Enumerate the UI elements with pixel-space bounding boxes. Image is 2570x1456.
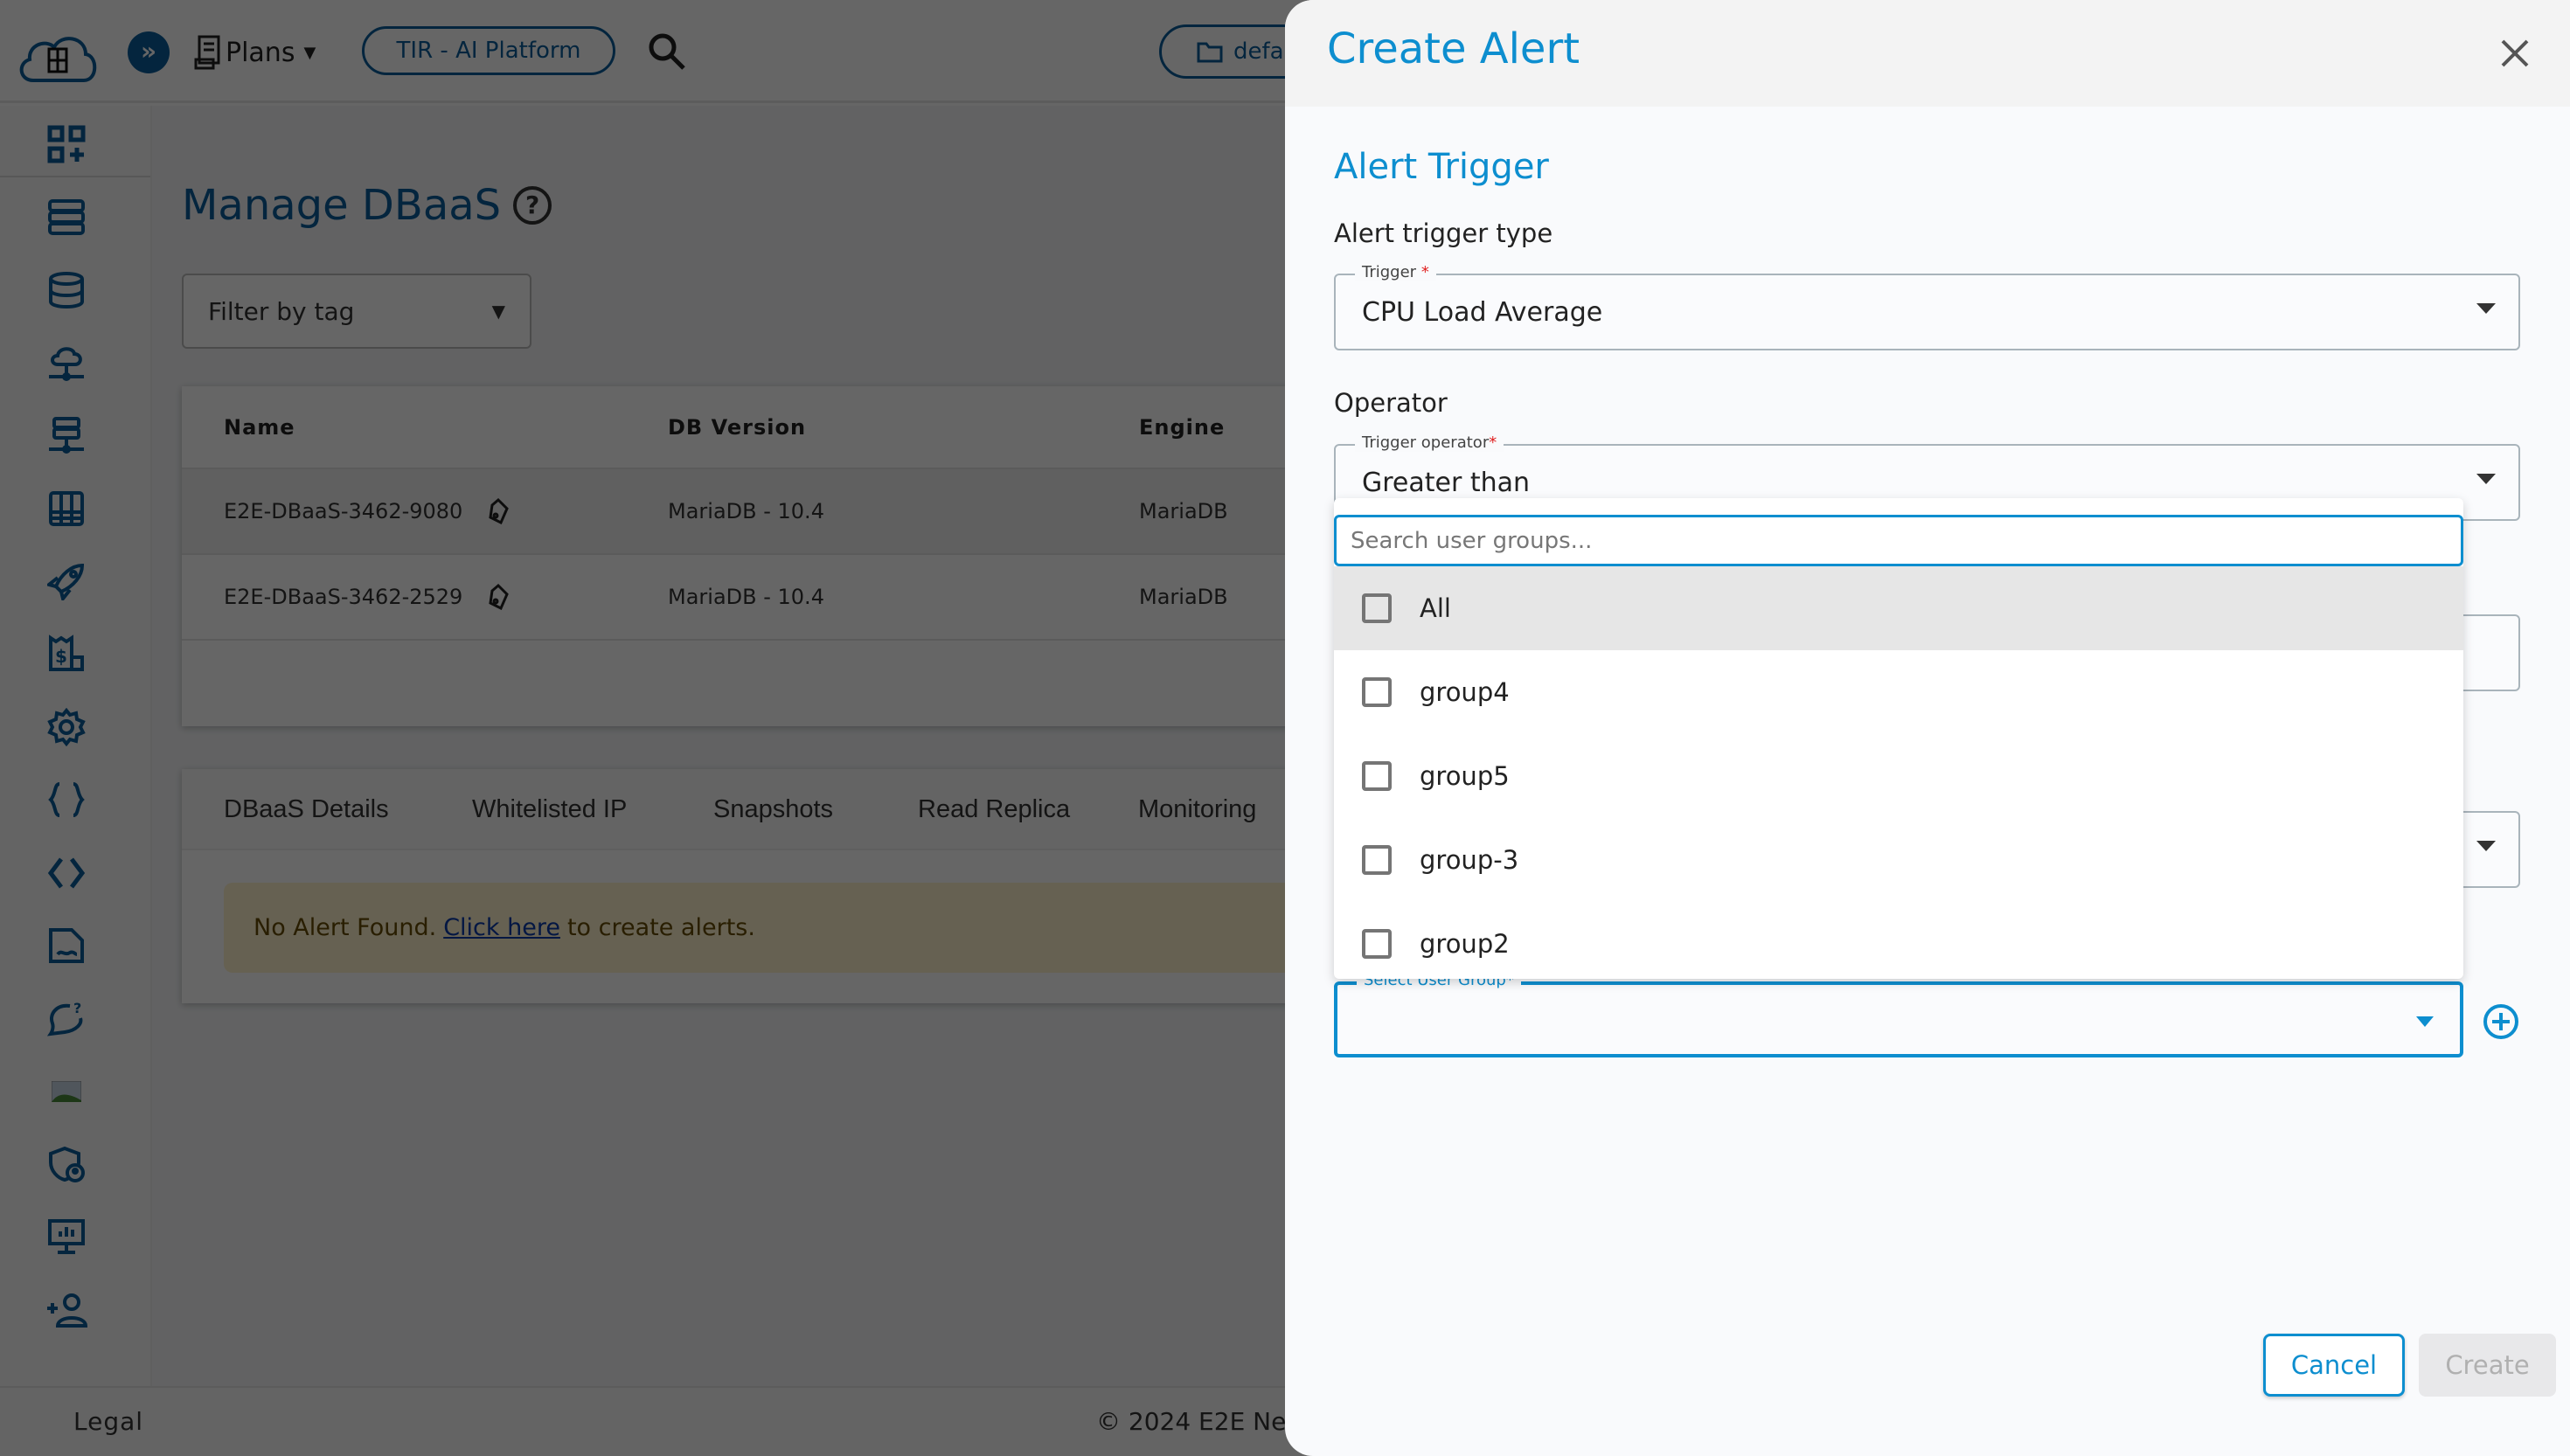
trigger-select[interactable]: Trigger * CPU Load Average [1334,263,2520,350]
option-label: group-3 [1420,845,1519,875]
checkbox[interactable] [1362,593,1392,623]
chevron-down-icon [2476,841,2496,851]
section-title: Alert Trigger [1334,147,1549,187]
option-label: All [1420,593,1451,623]
checkbox[interactable] [1362,929,1392,959]
close-button[interactable] [2493,31,2537,75]
close-icon [2501,39,2529,67]
dialog-header: Create Alert [1285,0,2570,107]
checkbox[interactable] [1362,761,1392,791]
chevron-down-icon [2476,303,2496,314]
create-alert-dialog: Create Alert Alert Trigger Alert trigger… [1285,0,2570,1456]
create-button[interactable]: Create [2419,1334,2556,1397]
trigger-type-label: Alert trigger type [1334,218,1553,248]
option-label: group4 [1420,677,1510,707]
chevron-down-icon [2476,474,2496,484]
dialog-title: Create Alert [1327,24,1580,73]
add-user-group-button[interactable] [2483,1003,2519,1040]
option-group[interactable]: group2 [1334,902,2463,979]
cancel-button[interactable]: Cancel [2263,1334,2405,1397]
option-group[interactable]: group4 [1334,650,2463,734]
option-group[interactable]: group5 [1334,734,2463,818]
option-all[interactable]: All [1334,566,2463,650]
option-group[interactable]: group-3 [1334,818,2463,902]
user-group-select[interactable]: Select User Group* [1334,971,2463,1057]
option-label: group2 [1420,929,1510,959]
trigger-value: CPU Load Average [1362,296,1603,328]
user-group-dropdown: All group4 group5 group-3 group2 [1334,498,2463,979]
operator-label: Operator [1334,388,1448,418]
add-circle-icon [2483,1004,2518,1039]
chevron-down-icon [2416,1016,2434,1027]
search-user-groups-input[interactable] [1334,515,2463,566]
checkbox[interactable] [1362,845,1392,875]
checkbox[interactable] [1362,677,1392,707]
option-label: group5 [1420,761,1510,791]
